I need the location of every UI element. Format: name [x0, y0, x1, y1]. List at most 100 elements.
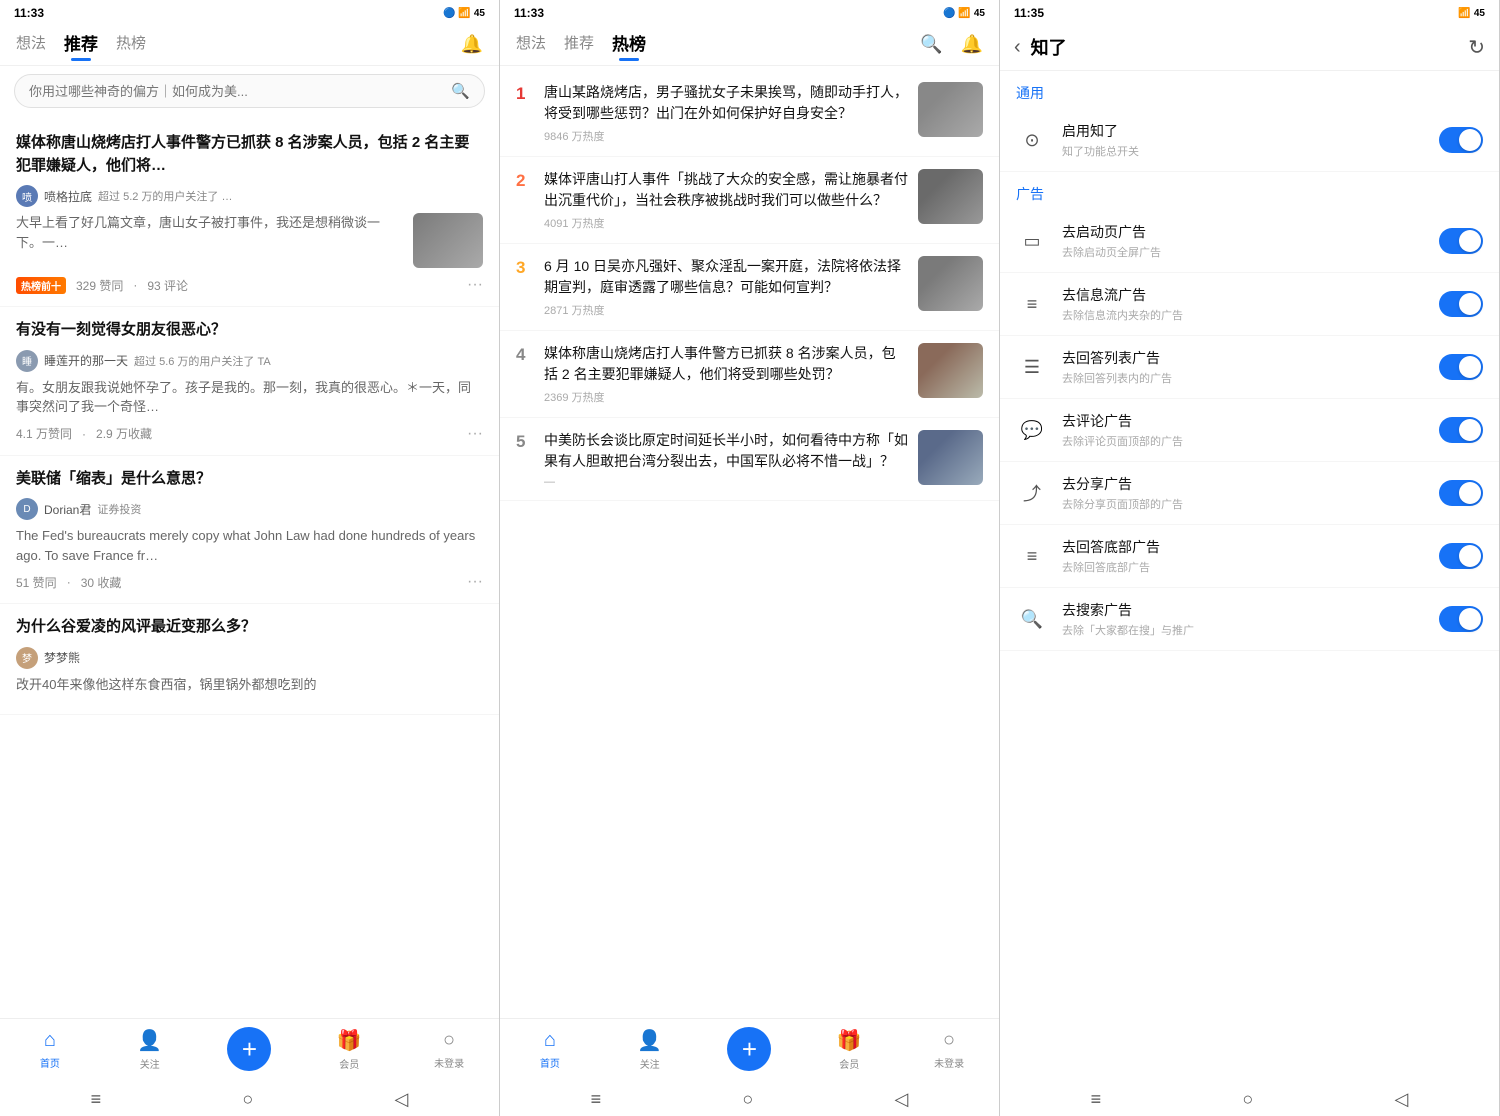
settings-item-comment-ad[interactable]: 💬 去评论广告 去除评论页面顶部的广告 — [1000, 399, 1499, 462]
bottom-add-2[interactable]: + — [700, 1027, 800, 1071]
hot-heat-5: — — [544, 476, 908, 488]
feed-more-2[interactable]: ··· — [467, 425, 483, 443]
hot-title-4: 媒体称唐山烧烤店打人事件警方已抓获 8 名涉案人员，包括 2 名主要犯罪嫌疑人，… — [544, 343, 908, 385]
bottom-nav-follow-2[interactable]: 👤 关注 — [600, 1028, 700, 1071]
feed-dot-1: · — [133, 278, 137, 292]
search-bar-1[interactable]: 🔍 — [14, 74, 485, 108]
add-circle-1[interactable]: + — [227, 1027, 271, 1071]
tab-recommend-2[interactable]: 推荐 — [564, 32, 594, 57]
bottom-nav-profile-1[interactable]: ○ 未登录 — [399, 1029, 499, 1070]
hot-title-1: 唐山某路烧烤店，男子骚扰女子未果挨骂，随即动手打人，将受到哪些惩罚？出门在外如何… — [544, 82, 908, 124]
settings-item-text-share-ad: 去分享广告 去除分享页面顶部的广告 — [1062, 474, 1425, 512]
feed-preview-1: 大早上看了好几篇文章，唐山女子被打事件，我还是想稍微谈一下。一… — [16, 213, 405, 260]
gesture-bar-3: ≡ ○ ◁ — [1000, 1081, 1499, 1116]
feed-item-2[interactable]: 有没有一刻觉得女朋友很恶心？ 睡 睡莲开的那一天 超过 5.6 万的用户关注了 … — [0, 307, 499, 456]
feed-author-row-2: 睡 睡莲开的那一天 超过 5.6 万的用户关注了 TA — [16, 350, 483, 372]
settings-item-text-enable: 启用知了 知了功能总开关 — [1062, 121, 1425, 159]
feed-preview-4: 改开40年来像他这样东食西宿，锅里锅外都想吃到的 — [16, 675, 483, 695]
hot-content-2: 媒体评唐山打人事件「挑战了大众的安全感，需让施暴者付出沉重代价」，当社会秩序被挑… — [544, 169, 908, 231]
feed-stats-2: 4.1 万赞同 · 2.9 万收藏 ··· — [16, 425, 483, 443]
settings-item-enable[interactable]: ⊙ 启用知了 知了功能总开关 — [1000, 109, 1499, 172]
bottom-nav-vip-2[interactable]: 🎁 会员 — [799, 1028, 899, 1071]
author-avatar-3: D — [16, 498, 38, 520]
settings-item-text-launch-ad: 去启动页广告 去除启动页全屏广告 — [1062, 222, 1425, 260]
search-icon-1[interactable]: 🔍 — [451, 82, 470, 100]
toggle-feed-ad[interactable] — [1439, 291, 1483, 317]
hot-title-2: 媒体评唐山打人事件「挑战了大众的安全感，需让施暴者付出沉重代价」，当社会秩序被挑… — [544, 169, 908, 211]
toggle-search-ad[interactable] — [1439, 606, 1483, 632]
answer-list-ad-icon: ☰ — [1016, 351, 1048, 383]
settings-label-share-ad: 去分享广告 — [1062, 474, 1425, 494]
refresh-button[interactable]: ↻ — [1468, 35, 1485, 60]
follow-icon-1: 👤 — [137, 1028, 162, 1053]
tab-hot-2[interactable]: 热榜 — [612, 30, 646, 59]
bell-icon-2[interactable]: 🔔 — [961, 34, 983, 55]
home-icon-2: ⌂ — [544, 1029, 556, 1052]
settings-item-answer-list-ad[interactable]: ☰ 去回答列表广告 去除回答列表内的广告 — [1000, 336, 1499, 399]
search-ad-icon: 🔍 — [1016, 603, 1048, 635]
hot-list-container: 1 唐山某路烧烤店，男子骚扰女子未果挨骂，随即动手打人，将受到哪些惩罚？出门在外… — [500, 66, 999, 1018]
feed-more-1[interactable]: ··· — [467, 276, 483, 294]
home-label-2: 首页 — [540, 1055, 560, 1070]
author-name-2: 睡莲开的那一天 — [44, 352, 128, 369]
bottom-add-1[interactable]: + — [200, 1027, 300, 1071]
toggle-answer-list-ad[interactable] — [1439, 354, 1483, 380]
hot-heat-2: 4091 万热度 — [544, 215, 908, 231]
settings-title: 知了 — [1031, 34, 1459, 60]
signal-icon-2: 📶 — [958, 8, 970, 19]
toggle-answer-bottom-ad[interactable] — [1439, 543, 1483, 569]
feed-likes-1: 329 赞同 — [76, 277, 123, 294]
feed-author-row-1: 喷 喷格拉底 超过 5.2 万的用户关注了 … — [16, 185, 483, 207]
bottom-nav-home-2[interactable]: ⌂ 首页 — [500, 1029, 600, 1070]
settings-label-launch-ad: 去启动页广告 — [1062, 222, 1425, 242]
author-avatar-4: 梦 — [16, 647, 38, 669]
hot-item-4[interactable]: 4 媒体称唐山烧烤店打人事件警方已抓获 8 名涉案人员，包括 2 名主要犯罪嫌疑… — [500, 331, 999, 418]
hot-item-1[interactable]: 1 唐山某路烧烤店，男子骚扰女子未果挨骂，随即动手打人，将受到哪些惩罚？出门在外… — [500, 70, 999, 157]
toggle-comment-ad[interactable] — [1439, 417, 1483, 443]
settings-item-share-ad[interactable]: ⤴ 去分享广告 去除分享页面顶部的广告 — [1000, 462, 1499, 525]
battery-icon-3: 45 — [1474, 8, 1485, 19]
battery-icon: 45 — [474, 8, 485, 19]
bottom-nav-profile-2[interactable]: ○ 未登录 — [899, 1029, 999, 1070]
tab-thoughts-1[interactable]: 想法 — [16, 32, 46, 57]
hot-heat-4: 2369 万热度 — [544, 389, 908, 405]
hot-item-3[interactable]: 3 6 月 10 日吴亦凡强奸、聚众淫乱一案开庭，法院将依法择期宣判，庭审透露了… — [500, 244, 999, 331]
hot-content-5: 中美防长会谈比原定时间延长半小时，如何看待中方称「如果有人胆敢把台湾分裂出去，中… — [544, 430, 908, 488]
home-label-1: 首页 — [40, 1055, 60, 1070]
hot-item-2[interactable]: 2 媒体评唐山打人事件「挑战了大众的安全感，需让施暴者付出沉重代价」，当社会秩序… — [500, 157, 999, 244]
hot-item-5[interactable]: 5 中美防长会谈比原定时间延长半小时，如何看待中方称「如果有人胆敢把台湾分裂出去… — [500, 418, 999, 501]
toggle-enable[interactable] — [1439, 127, 1483, 153]
add-circle-2[interactable]: + — [727, 1027, 771, 1071]
feed-item-4[interactable]: 为什么谷爱凌的风评最近变那么多？ 梦 梦梦熊 改开40年来像他这样东食西宿，锅里… — [0, 604, 499, 715]
bottom-nav-vip-1[interactable]: 🎁 会员 — [299, 1028, 399, 1071]
bottom-nav-home-1[interactable]: ⌂ 首页 — [0, 1029, 100, 1070]
feed-item-3[interactable]: 美联储「缩表」是什么意思？ D Dorian君 证券投资 The Fed's b… — [0, 456, 499, 605]
hot-content-1: 唐山某路烧烤店，男子骚扰女子未果挨骂，随即动手打人，将受到哪些惩罚？出门在外如何… — [544, 82, 908, 144]
search-icon-2[interactable]: 🔍 — [920, 34, 942, 55]
search-input-1[interactable] — [29, 84, 451, 99]
tab-recommend-1[interactable]: 推荐 — [64, 30, 98, 59]
settings-item-text-answer-bottom-ad: 去回答底部广告 去除回答底部广告 — [1062, 537, 1425, 575]
feed-item-1[interactable]: 媒体称唐山烧烤店打人事件警方已抓获 8 名涉案人员，包括 2 名主要犯罪嫌疑人，… — [0, 120, 499, 307]
toggle-share-ad[interactable] — [1439, 480, 1483, 506]
hot-title-5: 中美防长会谈比原定时间延长半小时，如何看待中方称「如果有人胆敢把台湾分裂出去，中… — [544, 430, 908, 472]
panel-hot: 11:33 🔵 📶 45 想法 推荐 热榜 🔍 🔔 1 唐山某路烧烤店，男子骚扰… — [500, 0, 1000, 1116]
vip-icon-2: 🎁 — [837, 1028, 862, 1053]
settings-item-search-ad[interactable]: 🔍 去搜索广告 去除「大家都在搜」与推广 — [1000, 588, 1499, 651]
bell-icon-1[interactable]: 🔔 — [461, 34, 483, 55]
tab-thoughts-2[interactable]: 想法 — [516, 32, 546, 57]
feed-stats-1: 热榜前十 329 赞同 · 93 评论 ··· — [16, 276, 483, 294]
settings-desc-answer-list-ad: 去除回答列表内的广告 — [1062, 370, 1425, 386]
hot-thumb-4 — [918, 343, 983, 398]
hot-rank-4: 4 — [516, 345, 534, 365]
settings-item-answer-bottom-ad[interactable]: ≡ 去回答底部广告 去除回答底部广告 — [1000, 525, 1499, 588]
back-button[interactable]: ‹ — [1014, 36, 1021, 59]
settings-item-launch-ad[interactable]: ▭ 去启动页广告 去除启动页全屏广告 — [1000, 210, 1499, 273]
tab-hot-1[interactable]: 热榜 — [116, 32, 146, 57]
time-2: 11:33 — [514, 6, 544, 20]
settings-item-feed-ad[interactable]: ≡ 去信息流广告 去除信息流内夹杂的广告 — [1000, 273, 1499, 336]
toggle-launch-ad[interactable] — [1439, 228, 1483, 254]
bottom-nav-follow-1[interactable]: 👤 关注 — [100, 1028, 200, 1071]
toggle-knob-comment-ad — [1459, 419, 1481, 441]
feed-more-3[interactable]: ··· — [467, 573, 483, 591]
